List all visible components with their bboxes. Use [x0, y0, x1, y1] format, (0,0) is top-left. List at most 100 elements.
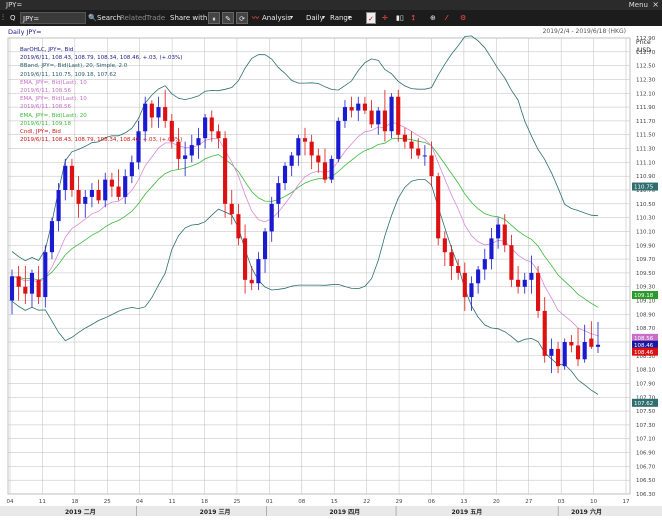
crosshair-icon[interactable]: ✛	[382, 12, 388, 24]
menu-button[interactable]: Menu	[629, 0, 648, 10]
zoom-in-icon[interactable]: ⊕	[430, 12, 436, 24]
y-tick-label: 108.70	[636, 326, 656, 332]
pin-icon[interactable]: ⏸	[208, 12, 220, 24]
candle-body	[595, 344, 601, 347]
x-month-label: 2019 六月	[571, 508, 602, 516]
candle-body	[36, 279, 41, 298]
candle-body	[216, 131, 221, 139]
candle-body	[362, 103, 367, 111]
y-tick-label: 111.10	[636, 160, 656, 166]
toggle-check-icon[interactable]: ✓	[366, 12, 376, 24]
range-chevron-icon[interactable]: ▾	[348, 12, 351, 24]
candle-body	[223, 138, 228, 204]
legend-entry: BarOHLC, JPY=, Bid	[20, 47, 74, 53]
y-tick-label: 112.10	[636, 91, 656, 97]
draw-icon[interactable]: ⁄	[446, 12, 447, 24]
x-tick-label: 15	[331, 499, 338, 505]
candle-body	[69, 165, 74, 190]
legend-entry: EMA, JPY=, Bid(Last), 10	[20, 96, 87, 103]
candle-body	[103, 179, 108, 201]
candle-body	[89, 190, 94, 197]
refresh-icon[interactable]: ⟳	[236, 12, 248, 24]
analysis-icon[interactable]: 〰	[252, 12, 259, 24]
interval-chevron-icon[interactable]: ▾	[322, 12, 325, 24]
candle-body	[76, 190, 81, 204]
chart-legend: BarOHLC, JPY=, Bid 2019/6/11, 108.43, 108…	[20, 46, 182, 144]
candle-body	[489, 238, 494, 260]
analysis-chevron-icon[interactable]: ▾	[290, 12, 293, 24]
candle-body	[436, 176, 441, 239]
candle-body	[456, 266, 461, 273]
axis-unit-label: Price	[636, 39, 651, 46]
x-tick-label: 20	[493, 499, 500, 505]
date-range: 2019/2/4 - 2019/6/18 (HKG)	[542, 28, 626, 35]
candle-body	[376, 110, 381, 125]
legend-entry: BBand, JPY=, Bid(Last), 20, Simple, 2.0	[20, 63, 128, 70]
candle-body	[262, 231, 268, 260]
candle-body	[23, 286, 28, 294]
candle-body	[63, 165, 68, 190]
legend-entry: 2019/6/11, 109.18	[20, 120, 71, 127]
search-button[interactable]: Search	[97, 12, 121, 24]
indicator-icon[interactable]: ⟟	[412, 12, 415, 24]
candle-body	[575, 345, 581, 360]
candle-body	[229, 203, 234, 215]
y-tick-label: 110.10	[636, 229, 656, 235]
candle-body	[416, 148, 421, 156]
x-tick-label: 06	[428, 499, 435, 505]
y-tick-label: 110.90	[636, 174, 656, 180]
x-tick-label: 13	[460, 499, 467, 505]
x-tick-label: 01	[266, 499, 273, 505]
bar-chart-icon[interactable]: ▮▯	[396, 12, 404, 24]
x-tick-label: 22	[363, 499, 370, 505]
axis-unit-label: /USD	[636, 47, 651, 54]
y-tick-label: 107.10	[636, 437, 656, 443]
y-tick-label: 109.10	[636, 299, 656, 305]
legend-entry: 2019/6/11, 108.43, 108.79, 108.34, 108.4…	[20, 55, 183, 62]
trade-button[interactable]: Trade	[146, 12, 165, 24]
x-tick-label: 11	[39, 499, 46, 505]
settings-icon[interactable]: ⚙	[460, 12, 466, 24]
candle-body	[196, 138, 201, 146]
y-tick-label: 106.30	[636, 492, 656, 498]
candle-body	[183, 155, 188, 159]
x-month-label: 2019 二月	[65, 508, 96, 516]
candle-body	[516, 279, 521, 287]
chart-area[interactable]: 106.30 106.50 106.70 106.90 107.10 107.30 107.…	[0, 26, 662, 520]
y-tick-label: 109.90	[636, 243, 656, 249]
candle-body	[276, 183, 281, 204]
analysis-dropdown[interactable]: Analysis	[262, 12, 291, 24]
x-tick-label: 18	[201, 499, 208, 505]
search-small-icon[interactable]: Q	[10, 12, 20, 24]
candle-body	[542, 310, 547, 356]
price-tag-label: 109.18	[634, 293, 654, 299]
related-button[interactable]: Related	[120, 12, 147, 24]
candle-body	[476, 269, 481, 284]
candle-body	[562, 342, 567, 367]
price-tag-label: 108.46	[634, 350, 654, 356]
x-tick-label: 03	[558, 499, 565, 505]
x-month-label: 2019 三月	[200, 508, 231, 516]
candle-body	[536, 272, 541, 311]
candle-body	[555, 348, 561, 367]
candle-body	[529, 272, 534, 280]
x-tick-label: 08	[298, 499, 305, 505]
close-icon[interactable]: ×	[652, 0, 659, 10]
x-tick-label: 10	[590, 499, 597, 505]
candle-body	[83, 196, 88, 204]
pencil-icon[interactable]: ✎	[222, 12, 234, 24]
candle-body	[289, 155, 294, 166]
ric-input[interactable]: JPY=	[20, 12, 86, 24]
candle-body	[9, 276, 15, 301]
y-tick-label: 108.10	[636, 368, 656, 374]
candle-body	[582, 342, 587, 360]
legend-entry: 2019/6/11, 108.56	[20, 87, 71, 94]
candle-body	[389, 96, 394, 132]
candle-body	[29, 272, 35, 294]
y-tick-label: 109.50	[636, 271, 656, 277]
candle-body	[442, 238, 447, 253]
y-tick-label: 107.30	[636, 423, 656, 429]
legend-entry: Cndl, JPY=, Bid	[20, 128, 61, 135]
candle-body	[522, 279, 527, 287]
y-tick-label: 111.70	[636, 119, 656, 125]
